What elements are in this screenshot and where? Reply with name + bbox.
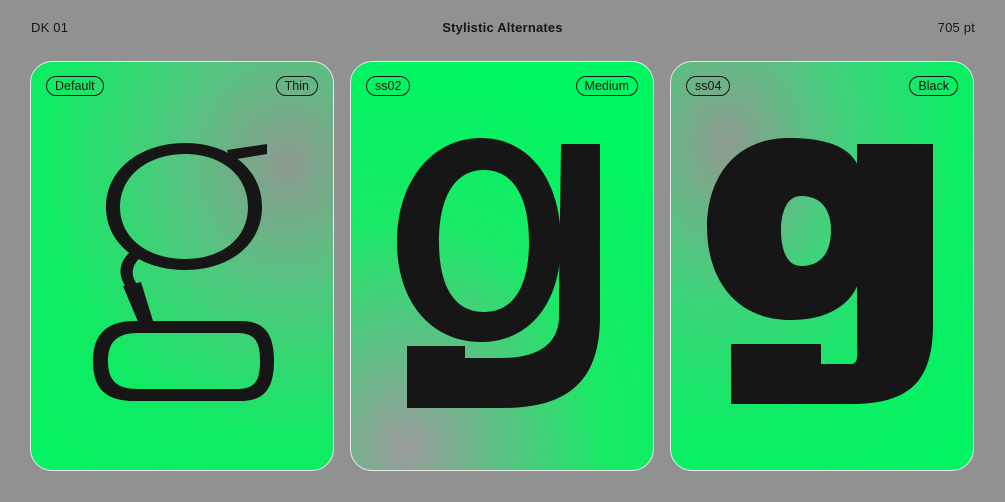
glyph-card-ss02: ss02 Medium (350, 61, 654, 471)
size-label: 705 pt (937, 20, 975, 35)
glyph-g-medium (397, 138, 600, 408)
glyph-g-black (707, 138, 933, 404)
page-title: Stylistic Alternates (442, 20, 563, 35)
glyph-g-thin (93, 143, 274, 401)
glyph-card-ss04: ss04 Black (670, 61, 974, 471)
glyph-card-default: Default Thin (30, 61, 334, 471)
